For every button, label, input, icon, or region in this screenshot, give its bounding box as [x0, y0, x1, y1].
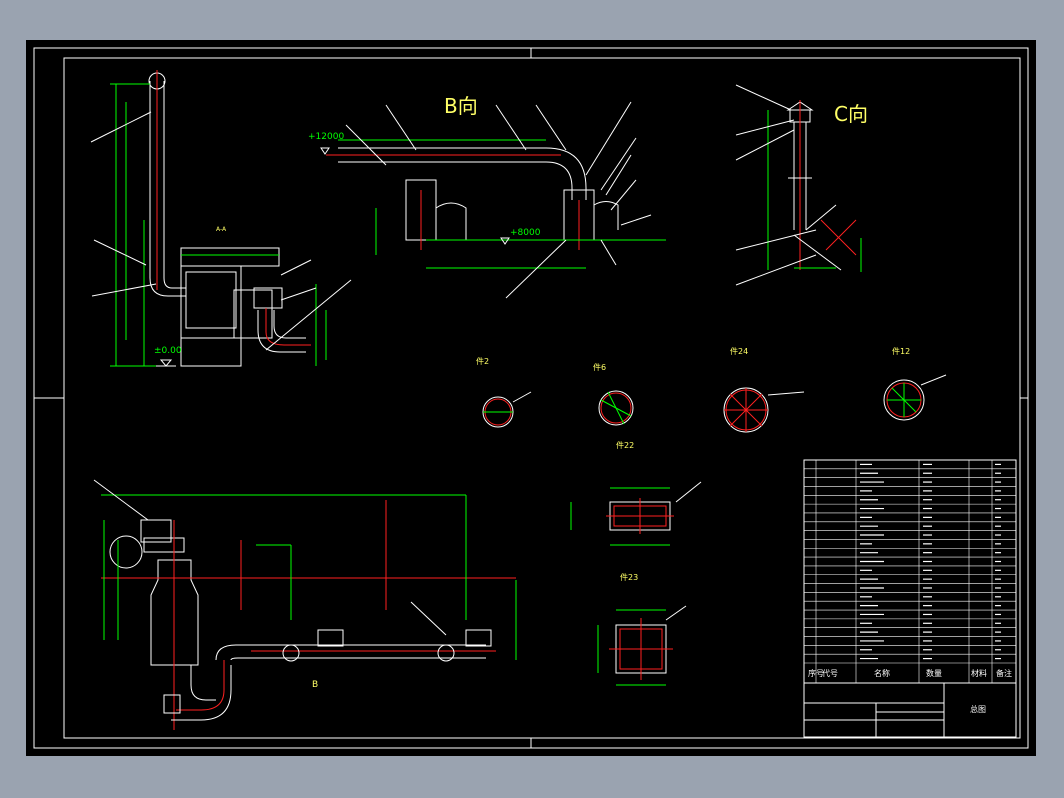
b-view-drawing — [320, 101, 666, 299]
part-24-label: 件24 — [730, 347, 749, 356]
part-22-label: 件22 — [616, 441, 635, 450]
part-details — [482, 374, 947, 686]
c-view-title: C向 — [834, 102, 868, 126]
drawing-canvas: B向 C向 A-A B +12000 +8000 ±0.00 件2 件6 件24… — [26, 40, 1036, 756]
part-6-label: 件6 — [593, 363, 607, 372]
table-header-cell: 代号 — [822, 669, 838, 678]
part-23-label: 件23 — [620, 573, 639, 582]
section-aa-title: A-A — [216, 226, 227, 233]
section-b-title: B — [312, 680, 319, 690]
drawing-name: 总图 — [970, 705, 986, 714]
elevation-ground: ±0.00 — [154, 346, 182, 356]
section-aa-drawing — [90, 70, 352, 367]
elevation-mid: +8000 — [510, 228, 541, 238]
outer-frame — [33, 47, 1029, 749]
plan-view-drawing — [93, 479, 517, 730]
elevation-top: +12000 — [308, 132, 345, 142]
table-header-cell: 名称 — [874, 669, 890, 678]
table-header-cell: 备注 — [996, 669, 1012, 678]
table-header-cell: 数量 — [926, 669, 942, 678]
table-header-cell: 材料 — [971, 669, 987, 678]
inner-frame — [63, 57, 1021, 739]
parts-list-table — [803, 459, 1017, 684]
b-view-title: B向 — [444, 94, 478, 118]
drawing-svg — [33, 47, 1029, 749]
part-12-label: 件12 — [892, 347, 911, 356]
part-2-label: 件2 — [476, 357, 490, 366]
